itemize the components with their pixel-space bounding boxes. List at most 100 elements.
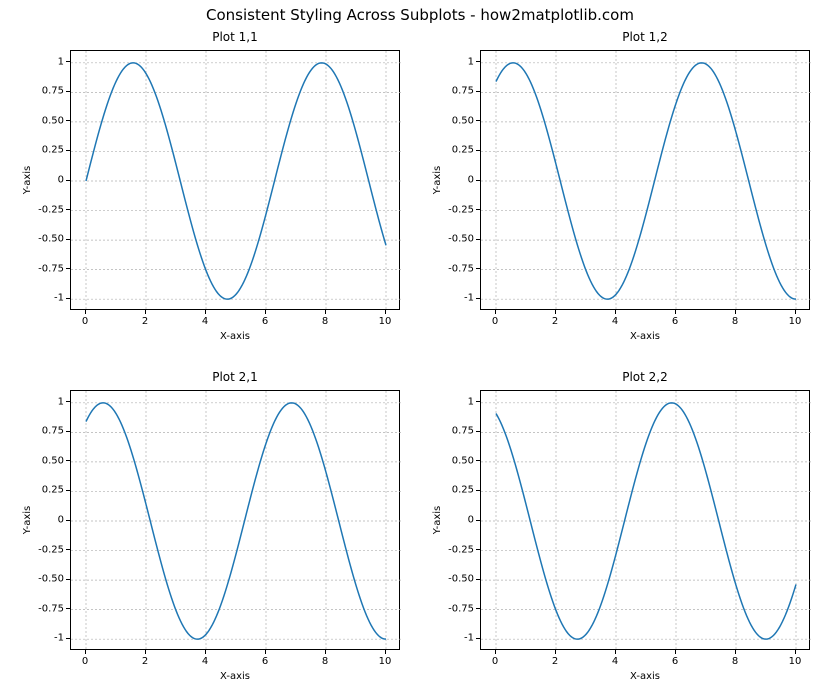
x-tick — [205, 310, 206, 314]
y-tick-label: 0 — [34, 515, 64, 526]
figure-suptitle: Consistent Styling Across Subplots - how… — [0, 6, 840, 24]
plot-svg — [481, 391, 811, 651]
plot-area — [480, 390, 810, 650]
y-tick-label: -0.75 — [444, 603, 474, 614]
x-tick-label: 0 — [492, 656, 498, 667]
y-tick — [66, 401, 70, 402]
y-tick-label: -0.50 — [444, 574, 474, 585]
y-tick-label: 0 — [34, 175, 64, 186]
y-tick-label: 0.75 — [34, 426, 64, 437]
y-tick-label: 0.50 — [444, 115, 474, 126]
subplot-title: Plot 2,2 — [480, 370, 810, 384]
x-tick — [205, 650, 206, 654]
y-tick-label: -0.50 — [444, 234, 474, 245]
y-tick — [66, 180, 70, 181]
x-tick-label: 4 — [202, 316, 208, 327]
y-tick — [476, 61, 480, 62]
y-tick — [476, 268, 480, 269]
y-tick — [476, 150, 480, 151]
y-tick-label: -1 — [444, 293, 474, 304]
plot-svg — [71, 391, 401, 651]
y-tick — [476, 520, 480, 521]
subplot-1-2: Plot 1,2 X-axis Y-axis 0246810-1-0.75-0.… — [480, 50, 810, 310]
plot-svg — [481, 51, 811, 311]
subplot-title: Plot 1,1 — [70, 30, 400, 44]
y-tick-label: 0.25 — [444, 485, 474, 496]
y-tick — [66, 608, 70, 609]
y-tick — [476, 209, 480, 210]
y-tick — [476, 638, 480, 639]
y-tick — [476, 431, 480, 432]
x-tick-label: 0 — [82, 316, 88, 327]
y-tick — [476, 298, 480, 299]
x-axis-label: X-axis — [70, 671, 400, 682]
x-tick-label: 8 — [322, 656, 328, 667]
y-tick — [476, 91, 480, 92]
x-tick-label: 0 — [492, 316, 498, 327]
y-tick — [66, 91, 70, 92]
y-tick — [66, 579, 70, 580]
y-tick — [66, 298, 70, 299]
x-tick — [675, 650, 676, 654]
y-tick-label: -0.50 — [34, 234, 64, 245]
x-axis-label: X-axis — [480, 331, 810, 342]
x-tick-label: 0 — [82, 656, 88, 667]
y-tick-label: 0.50 — [444, 455, 474, 466]
y-tick — [476, 239, 480, 240]
x-tick — [615, 650, 616, 654]
x-tick — [265, 310, 266, 314]
x-tick — [265, 650, 266, 654]
x-tick — [555, 310, 556, 314]
x-axis-label: X-axis — [480, 671, 810, 682]
x-tick-label: 2 — [552, 316, 558, 327]
x-tick-label: 6 — [262, 316, 268, 327]
x-tick-label: 2 — [142, 656, 148, 667]
x-tick — [85, 310, 86, 314]
y-tick-label: 0.75 — [444, 426, 474, 437]
x-tick-label: 4 — [202, 656, 208, 667]
x-tick-label: 8 — [322, 316, 328, 327]
y-tick — [476, 180, 480, 181]
y-tick-label: 0.50 — [34, 455, 64, 466]
figure: Consistent Styling Across Subplots - how… — [0, 0, 840, 700]
x-tick — [735, 310, 736, 314]
x-tick — [145, 650, 146, 654]
subplot-2-2: Plot 2,2 X-axis Y-axis 0246810-1-0.75-0.… — [480, 390, 810, 650]
x-tick-label: 10 — [379, 656, 392, 667]
y-tick — [66, 431, 70, 432]
y-tick-label: -0.25 — [444, 204, 474, 215]
y-tick — [66, 520, 70, 521]
x-tick-label: 10 — [789, 316, 802, 327]
y-tick — [66, 460, 70, 461]
subplot-title: Plot 2,1 — [70, 370, 400, 384]
x-tick — [385, 650, 386, 654]
x-tick — [735, 650, 736, 654]
x-axis-label: X-axis — [70, 331, 400, 342]
y-tick-label: -1 — [34, 633, 64, 644]
y-tick-label: -1 — [444, 633, 474, 644]
plot-svg — [71, 51, 401, 311]
x-tick — [495, 650, 496, 654]
x-tick-label: 6 — [672, 656, 678, 667]
subplot-2-1: Plot 2,1 X-axis Y-axis 0246810-1-0.75-0.… — [70, 390, 400, 650]
y-tick — [476, 490, 480, 491]
y-tick-label: 0.25 — [444, 145, 474, 156]
y-tick-label: 0.50 — [34, 115, 64, 126]
x-tick — [495, 310, 496, 314]
y-tick-label: 0.75 — [34, 86, 64, 97]
y-axis-label: Y-axis — [22, 164, 33, 196]
y-tick — [476, 549, 480, 550]
x-tick — [385, 310, 386, 314]
y-tick — [66, 490, 70, 491]
x-tick-label: 2 — [142, 316, 148, 327]
x-tick-label: 8 — [732, 316, 738, 327]
x-tick — [795, 310, 796, 314]
y-tick-label: 1 — [444, 56, 474, 67]
y-axis-label: Y-axis — [432, 504, 443, 536]
plot-area — [480, 50, 810, 310]
y-tick-label: 1 — [444, 396, 474, 407]
y-tick-label: -0.25 — [34, 204, 64, 215]
y-axis-label: Y-axis — [432, 164, 443, 196]
y-tick-label: 0.75 — [444, 86, 474, 97]
x-tick-label: 10 — [379, 316, 392, 327]
